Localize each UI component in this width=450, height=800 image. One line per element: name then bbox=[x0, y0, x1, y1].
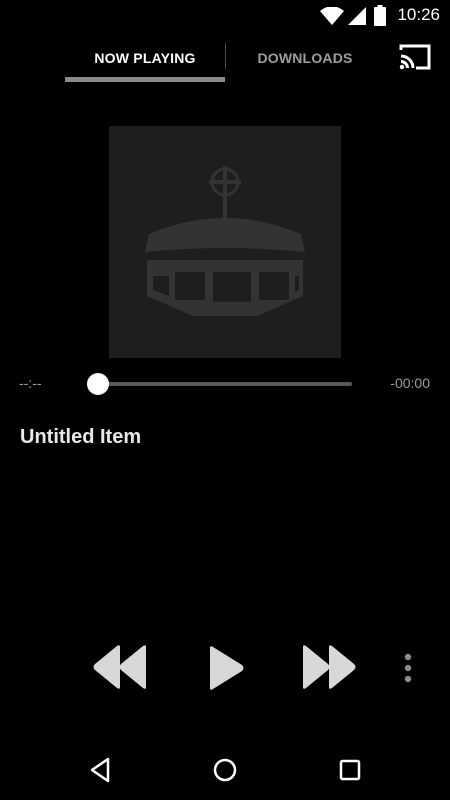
tab-downloads[interactable]: DOWNLOADS bbox=[226, 32, 384, 84]
navigation-bar bbox=[0, 740, 450, 800]
tab-bar: NOW PLAYING DOWNLOADS bbox=[0, 32, 450, 84]
rewind-icon bbox=[93, 645, 146, 689]
home-button[interactable] bbox=[208, 754, 242, 786]
seek-thumb[interactable] bbox=[87, 373, 109, 395]
church-dome-icon bbox=[145, 166, 305, 316]
more-vert-icon bbox=[404, 653, 412, 683]
seek-bar[interactable] bbox=[86, 370, 354, 398]
status-time: 10:26 bbox=[397, 5, 440, 24]
status-bar: 10:26 bbox=[0, 0, 450, 32]
remaining-time: -00:00 bbox=[390, 375, 430, 391]
fast-forward-button[interactable] bbox=[301, 645, 359, 689]
fast-forward-icon bbox=[303, 645, 356, 689]
album-artwork bbox=[109, 126, 341, 358]
cell-signal-icon bbox=[348, 7, 366, 25]
track-title: Untitled Item bbox=[20, 426, 142, 448]
battery-icon bbox=[374, 5, 386, 26]
play-button[interactable] bbox=[207, 646, 245, 690]
tab-indicator bbox=[65, 77, 225, 82]
recents-button[interactable] bbox=[333, 754, 367, 786]
wifi-icon bbox=[320, 7, 344, 25]
rewind-button[interactable] bbox=[90, 645, 148, 689]
seek-track bbox=[98, 382, 352, 386]
play-icon bbox=[210, 646, 244, 690]
cast-button[interactable] bbox=[396, 40, 434, 74]
recents-icon bbox=[339, 759, 361, 781]
cast-icon bbox=[399, 44, 431, 70]
back-button[interactable] bbox=[83, 754, 117, 786]
home-icon bbox=[213, 758, 237, 782]
back-icon bbox=[90, 757, 110, 783]
more-options-button[interactable] bbox=[398, 652, 418, 684]
elapsed-time: --:-- bbox=[19, 375, 42, 391]
